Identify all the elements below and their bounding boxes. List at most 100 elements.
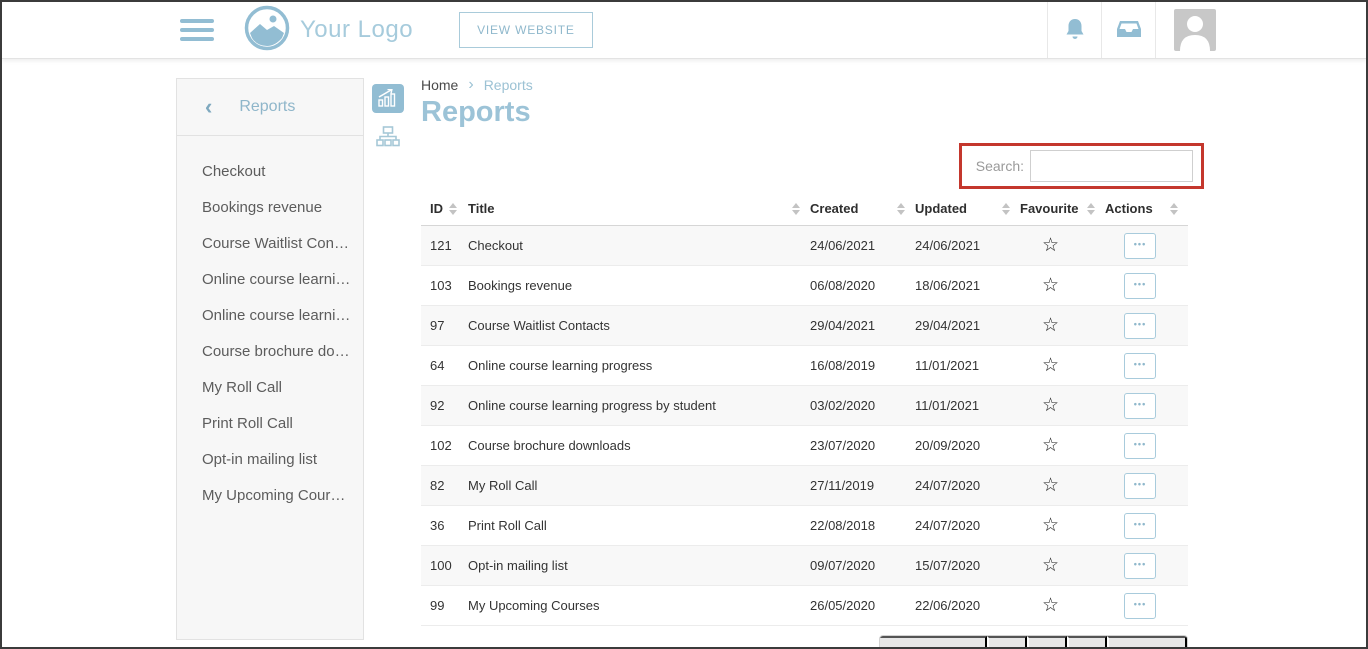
search-input[interactable] (1030, 150, 1193, 182)
table-row: 102 Course brochure downloads 23/07/2020… (421, 426, 1188, 466)
favourite-star-icon[interactable]: ☆ (1042, 396, 1059, 415)
sidebar-title: Reports (239, 98, 295, 116)
sidebar-back-header[interactable]: ‹ Reports (177, 79, 363, 136)
cell-updated: 24/06/2021 (915, 238, 1020, 253)
favourite-star-icon[interactable]: ☆ (1042, 476, 1059, 495)
breadcrumb: Home › Reports (421, 76, 1188, 94)
brand-logo[interactable]: Your Logo (244, 5, 413, 56)
sort-icon (792, 203, 800, 215)
row-actions-button[interactable]: ••• (1124, 353, 1156, 379)
column-header-title[interactable]: Title (467, 201, 810, 216)
cell-updated: 20/09/2020 (915, 438, 1020, 453)
cell-updated: 18/06/2021 (915, 278, 1020, 293)
page-3-button[interactable]: 3 (1067, 636, 1107, 649)
cell-title: My Roll Call (467, 478, 810, 493)
cell-id: 102 (421, 438, 467, 453)
sidebar-item-online-course-learning-progress[interactable]: Online course learning progress (177, 262, 363, 298)
page-content: ‹ Reports Checkout Bookings revenue Cour… (2, 59, 1366, 649)
cell-created: 29/04/2021 (810, 318, 915, 333)
breadcrumb-current[interactable]: Reports (484, 77, 533, 93)
sidebar-item-my-roll-call[interactable]: My Roll Call (177, 370, 363, 406)
cell-title: Opt-in mailing list (467, 558, 810, 573)
chevron-right-icon: › (468, 76, 473, 94)
sidebar-item-bookings-revenue[interactable]: Bookings revenue (177, 190, 363, 226)
row-actions-button[interactable]: ••• (1124, 393, 1156, 419)
inbox-button[interactable] (1102, 2, 1155, 58)
sidebar-item-course-brochure-downloads[interactable]: Course brochure downloads (177, 334, 363, 370)
search-row: Search: (421, 143, 1188, 191)
cell-created: 03/02/2020 (810, 398, 915, 413)
column-header-favourite[interactable]: Favourite (1020, 201, 1105, 216)
table-row: 103 Bookings revenue 06/08/2020 18/06/20… (421, 266, 1188, 306)
row-actions-button[interactable]: ••• (1124, 313, 1156, 339)
favourite-star-icon[interactable]: ☆ (1042, 516, 1059, 535)
page-title: Reports (421, 96, 1188, 129)
cell-created: 09/07/2020 (810, 558, 915, 573)
previous-page-button[interactable]: ← Previous (880, 636, 987, 649)
table-footer: Showing 1 to 10 of 25 entries ← Previous… (421, 635, 1188, 649)
pagination: ← Previous 1 2 3 Next → (879, 635, 1188, 649)
column-header-id[interactable]: ID (421, 201, 467, 216)
sidebar-item-checkout[interactable]: Checkout (177, 154, 363, 190)
sitemap-icon (376, 126, 400, 147)
column-header-actions[interactable]: Actions (1105, 201, 1188, 216)
row-actions-button[interactable]: ••• (1124, 553, 1156, 579)
column-header-created[interactable]: Created (810, 201, 915, 216)
bar-chart-icon (377, 89, 399, 108)
reports-table: ID Title Created Updated (421, 195, 1188, 626)
breadcrumb-home-link[interactable]: Home (421, 77, 458, 93)
cell-updated: 11/01/2021 (915, 358, 1020, 373)
next-page-button[interactable]: Next → (1107, 636, 1187, 649)
main-panel: Home › Reports Reports Search: ID (421, 76, 1188, 649)
favourite-star-icon[interactable]: ☆ (1042, 236, 1059, 255)
cell-id: 100 (421, 558, 467, 573)
sidebar-item-print-roll-call[interactable]: Print Roll Call (177, 406, 363, 442)
page-2-button[interactable]: 2 (1027, 636, 1067, 649)
favourite-star-icon[interactable]: ☆ (1042, 356, 1059, 375)
user-avatar[interactable] (1174, 9, 1216, 51)
row-actions-button[interactable]: ••• (1124, 273, 1156, 299)
view-website-button[interactable]: VIEW WEBSITE (459, 12, 593, 48)
favourite-star-icon[interactable]: ☆ (1042, 316, 1059, 335)
view-switcher-rail (372, 84, 404, 160)
hamburger-menu-icon[interactable] (180, 14, 214, 46)
table-row: 121 Checkout 24/06/2021 24/06/2021 ☆ ••• (421, 226, 1188, 266)
sort-icon (1170, 203, 1178, 215)
app-window: Your Logo VIEW WEBSITE (0, 0, 1368, 649)
chart-view-button[interactable] (372, 84, 404, 113)
favourite-star-icon[interactable]: ☆ (1042, 556, 1059, 575)
table-row: 36 Print Roll Call 22/08/2018 24/07/2020… (421, 506, 1188, 546)
row-actions-button[interactable]: ••• (1124, 513, 1156, 539)
cell-id: 36 (421, 518, 467, 533)
cell-title: My Upcoming Courses (467, 598, 810, 613)
cell-title: Bookings revenue (467, 278, 810, 293)
bell-icon (1064, 17, 1086, 44)
table-row: 92 Online course learning progress by st… (421, 386, 1188, 426)
sort-icon (449, 203, 457, 215)
cell-id: 82 (421, 478, 467, 493)
column-header-updated[interactable]: Updated (915, 201, 1020, 216)
logo-text: Your Logo (300, 16, 413, 44)
person-icon (1174, 11, 1216, 51)
sidebar-item-course-waitlist-contacts[interactable]: Course Waitlist Contacts (177, 226, 363, 262)
favourite-star-icon[interactable]: ☆ (1042, 596, 1059, 615)
sidebar-item-online-course-learning-progress-by-student[interactable]: Online course learning progress by stude… (177, 298, 363, 334)
logo-image-icon (244, 5, 290, 56)
favourite-star-icon[interactable]: ☆ (1042, 436, 1059, 455)
notifications-button[interactable] (1048, 2, 1101, 58)
row-actions-button[interactable]: ••• (1124, 593, 1156, 619)
header-actions (1047, 2, 1366, 58)
cell-id: 99 (421, 598, 467, 613)
favourite-star-icon[interactable]: ☆ (1042, 276, 1059, 295)
page-1-button[interactable]: 1 (987, 636, 1027, 649)
cell-title: Online course learning progress by stude… (467, 398, 810, 413)
row-actions-button[interactable]: ••• (1124, 433, 1156, 459)
table-row: 64 Online course learning progress 16/08… (421, 346, 1188, 386)
hierarchy-view-button[interactable] (372, 122, 404, 151)
cell-updated: 11/01/2021 (915, 398, 1020, 413)
sidebar-item-opt-in-mailing-list[interactable]: Opt-in mailing list (177, 442, 363, 478)
sidebar-item-my-upcoming-courses[interactable]: My Upcoming Courses (177, 478, 363, 514)
row-actions-button[interactable]: ••• (1124, 233, 1156, 259)
reports-sidebar: ‹ Reports Checkout Bookings revenue Cour… (176, 78, 364, 640)
row-actions-button[interactable]: ••• (1124, 473, 1156, 499)
